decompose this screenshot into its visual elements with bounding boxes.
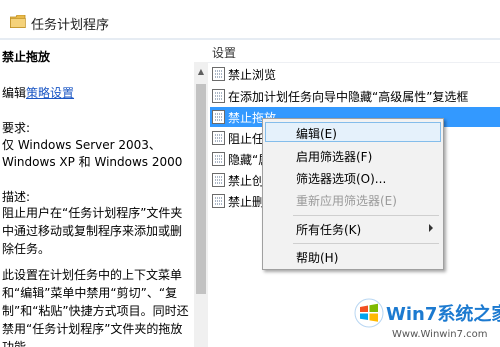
- list-item-label: 禁止浏览: [228, 68, 277, 82]
- watermark-brand: Win7系统之家: [386, 304, 500, 325]
- list-item-label: 在添加计划任务向导中隐藏“高级属性”复选框: [228, 90, 469, 104]
- policy-setting-icon: [212, 131, 225, 145]
- folder-icon: [10, 15, 26, 28]
- menu-item-label: 重新应用筛选器(E): [296, 194, 397, 208]
- windows-logo-icon: [354, 298, 384, 328]
- settings-column-label: 设置: [212, 46, 237, 60]
- policy-title: 禁止拖放: [2, 50, 51, 64]
- menu-separator: [293, 215, 439, 216]
- requirements-line-2: Windows XP 和 Windows 2000: [2, 155, 183, 169]
- header-bar: 任务计划程序: [0, 0, 500, 40]
- menu-item-enable-filter[interactable]: 启用筛选器(F): [265, 145, 441, 165]
- menu-item-filter-options[interactable]: 筛选器选项(O)...: [265, 167, 441, 187]
- list-item-label: 禁止删: [228, 195, 265, 209]
- policy-setting-icon: [212, 67, 225, 81]
- menu-item-help[interactable]: 帮助(H): [265, 246, 441, 266]
- context-menu: 编辑(E) 启用筛选器(F) 筛选器选项(O)... 重新应用筛选器(E) 所有…: [262, 118, 444, 270]
- description-scrollbar[interactable]: ▲: [194, 62, 208, 347]
- description-pane: 禁止拖放 编辑策略设置 要求: 仅 Windows Server 2003、 W…: [0, 40, 194, 347]
- policy-setting-icon: [212, 89, 225, 103]
- list-item-label: 禁止创: [228, 174, 265, 188]
- policy-settings-link[interactable]: 策略设置: [26, 86, 74, 100]
- requirements-label: 要求:: [2, 121, 31, 135]
- menu-item-label: 启用筛选器(F): [296, 150, 373, 164]
- description-paragraph-2: 此设置在计划任务中的上下文菜单和“编辑”菜单中禁用“剪切”、“复制”和“粘贴”快…: [2, 268, 189, 347]
- settings-column-header[interactable]: 设置: [208, 40, 500, 62]
- menu-item-label: 编辑(E): [296, 127, 337, 141]
- watermark: Win7系统之家 Www.Winwin7.com: [352, 296, 500, 347]
- scroll-up-arrow-icon[interactable]: ▲: [194, 66, 208, 78]
- menu-item-reapply-filter: 重新应用筛选器(E): [265, 189, 441, 209]
- menu-item-label: 所有任务(K): [296, 223, 362, 237]
- policy-setting-icon: [212, 194, 225, 208]
- edit-prefix: 编辑: [2, 86, 27, 100]
- scroll-thumb[interactable]: [196, 84, 206, 294]
- description-paragraph-1: 阻止用户在“任务计划程序”文件夹中通过移动或复制程序来添加或删除任务。: [2, 206, 183, 256]
- policy-setting-icon: [212, 173, 225, 187]
- policy-setting-icon: [212, 110, 225, 124]
- menu-item-label: 筛选器选项(O)...: [296, 172, 387, 186]
- submenu-arrow-icon: [429, 224, 433, 232]
- requirements-line-1: 仅 Windows Server 2003、: [2, 138, 161, 152]
- edit-policy-line: 编辑策略设置: [2, 84, 74, 101]
- header-title: 任务计划程序: [31, 18, 110, 33]
- description-label: 描述:: [2, 190, 31, 204]
- menu-separator: [293, 243, 439, 244]
- list-item[interactable]: 在添加计划任务向导中隐藏“高级属性”复选框: [210, 86, 500, 106]
- header-divider: [208, 62, 500, 63]
- menu-item-all-tasks[interactable]: 所有任务(K): [265, 218, 441, 238]
- policy-setting-icon: [212, 152, 225, 166]
- watermark-url: Www.Winwin7.com: [392, 329, 488, 340]
- menu-item-edit[interactable]: 编辑(E): [265, 122, 441, 142]
- list-item-label: 阻止任: [228, 132, 265, 146]
- menu-item-label: 帮助(H): [296, 251, 339, 265]
- list-item[interactable]: 禁止浏览: [210, 64, 500, 84]
